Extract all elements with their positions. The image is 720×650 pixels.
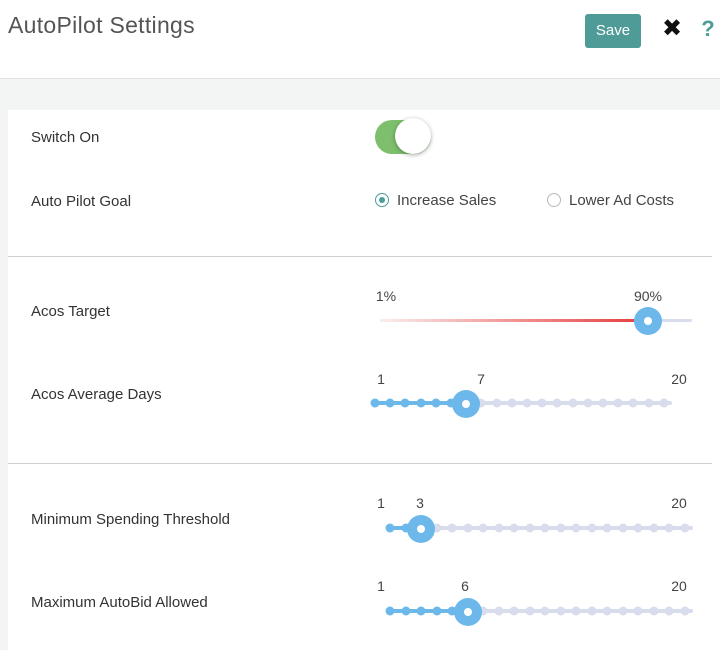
- slider-step-dot: [537, 398, 547, 408]
- acos-days-max-label: 20: [671, 371, 687, 387]
- min-spend-slider[interactable]: [380, 513, 693, 543]
- close-icon[interactable]: ✖: [661, 17, 683, 41]
- handle-center: [417, 525, 425, 533]
- acos-target-label: Acos Target: [31, 303, 110, 320]
- acos-days-value-label: 7: [477, 371, 485, 387]
- max-autobid-value-label: 6: [461, 578, 469, 594]
- slider-step-dot: [416, 398, 426, 408]
- slider-step-dot: [583, 398, 593, 408]
- slider-step-dot: [587, 523, 596, 533]
- slider-step-dot: [571, 523, 581, 533]
- radio-button: [547, 193, 561, 207]
- slider-step-dot: [587, 606, 596, 616]
- slider-step-dot: [598, 398, 608, 408]
- max-autobid-label: Maximum AutoBid Allowed: [31, 594, 208, 611]
- acos-days-slider[interactable]: [370, 388, 692, 418]
- slider-step-dot: [492, 398, 502, 408]
- slider-step-dot: [432, 606, 441, 616]
- slider-step-dot: [463, 523, 472, 533]
- slider-step-dot: [416, 606, 426, 616]
- max-autobid-slider[interactable]: [380, 596, 693, 626]
- slider-step-dot: [478, 523, 488, 533]
- slider-step-dot: [385, 523, 395, 533]
- slider-step-dot: [385, 606, 395, 616]
- slider-handle[interactable]: [407, 515, 435, 543]
- handle-center: [463, 608, 472, 616]
- section-divider: [8, 256, 712, 257]
- page-title: AutoPilot Settings: [8, 12, 195, 38]
- slider-step-dot: [556, 523, 565, 533]
- slider-step-dot: [556, 606, 565, 616]
- slider-step-dot: [447, 523, 457, 533]
- slider-step-dot: [509, 606, 519, 616]
- slider-step-dot: [370, 398, 380, 408]
- slider-step-dot: [664, 523, 674, 533]
- slider-step-dot: [633, 523, 643, 533]
- slider-step-dot: [659, 398, 669, 408]
- min-spend-value-label: 3: [416, 495, 424, 511]
- slider-step-dot: [568, 398, 578, 408]
- min-spend-max-label: 20: [671, 495, 687, 511]
- acos-target-slider[interactable]: [380, 305, 692, 335]
- switch-label: Switch On: [31, 129, 100, 146]
- slider-step-dot: [522, 398, 532, 408]
- slider-fill: [380, 319, 648, 322]
- radio-button-checked: [375, 193, 389, 207]
- min-spend-min-label: 1: [377, 495, 385, 511]
- handle-center: [462, 400, 471, 408]
- settings-card: [8, 110, 720, 650]
- slider-step-dot: [680, 606, 689, 616]
- slider-step-dot: [618, 523, 627, 533]
- header-bar: AutoPilot Settings Save ✖ ?: [0, 0, 720, 79]
- slider-step-dot: [633, 606, 643, 616]
- slider-step-dot: [540, 523, 550, 533]
- slider-step-dot: [431, 398, 441, 408]
- slider-step-dot: [401, 606, 410, 616]
- switch-toggle[interactable]: [375, 118, 433, 156]
- slider-step-dot: [525, 523, 534, 533]
- acos-days-min-label: 1: [377, 371, 385, 387]
- acos-target-min-label: 1%: [375, 288, 397, 304]
- slider-step-dot: [628, 398, 638, 408]
- slider-step-dot: [525, 606, 534, 616]
- slider-step-dot: [649, 606, 658, 616]
- slider-step-dot: [664, 606, 674, 616]
- slider-handle[interactable]: [453, 598, 482, 626]
- goal-label: Auto Pilot Goal: [31, 193, 132, 210]
- radio-dot: [379, 197, 385, 203]
- slider-step-dot: [618, 606, 627, 616]
- slider-step-dot: [552, 398, 562, 408]
- slider-step-dot: [649, 523, 658, 533]
- toggle-knob: [395, 118, 431, 154]
- min-spend-label: Minimum Spending Threshold: [31, 511, 230, 528]
- save-button[interactable]: Save: [585, 14, 641, 48]
- acos-target-value-label: 90%: [633, 288, 663, 304]
- slider-handle[interactable]: [634, 307, 662, 335]
- max-autobid-min-label: 1: [377, 578, 385, 594]
- slider-step-dot: [571, 606, 581, 616]
- slider-step-dot: [507, 398, 517, 408]
- slider-step-dot: [494, 523, 503, 533]
- slider-step-dot: [540, 606, 550, 616]
- slider-handle[interactable]: [452, 390, 481, 418]
- handle-center: [644, 317, 652, 325]
- slider-step-dot: [602, 523, 612, 533]
- help-icon[interactable]: ?: [698, 16, 718, 42]
- max-autobid-max-label: 20: [671, 578, 687, 594]
- radio-label: Increase Sales: [397, 192, 497, 209]
- slider-step-dot: [680, 523, 689, 533]
- slider-step-dot: [602, 606, 612, 616]
- slider-step-dot: [644, 398, 654, 408]
- slider-step-dot: [385, 398, 395, 408]
- slider-step-dot: [509, 523, 519, 533]
- slider-step-dot: [494, 606, 503, 616]
- radio-label: Lower Ad Costs: [569, 192, 675, 209]
- slider-step-dot: [613, 398, 623, 408]
- acos-days-label: Acos Average Days: [31, 386, 162, 403]
- section-divider: [8, 463, 712, 464]
- slider-step-dot: [400, 398, 410, 408]
